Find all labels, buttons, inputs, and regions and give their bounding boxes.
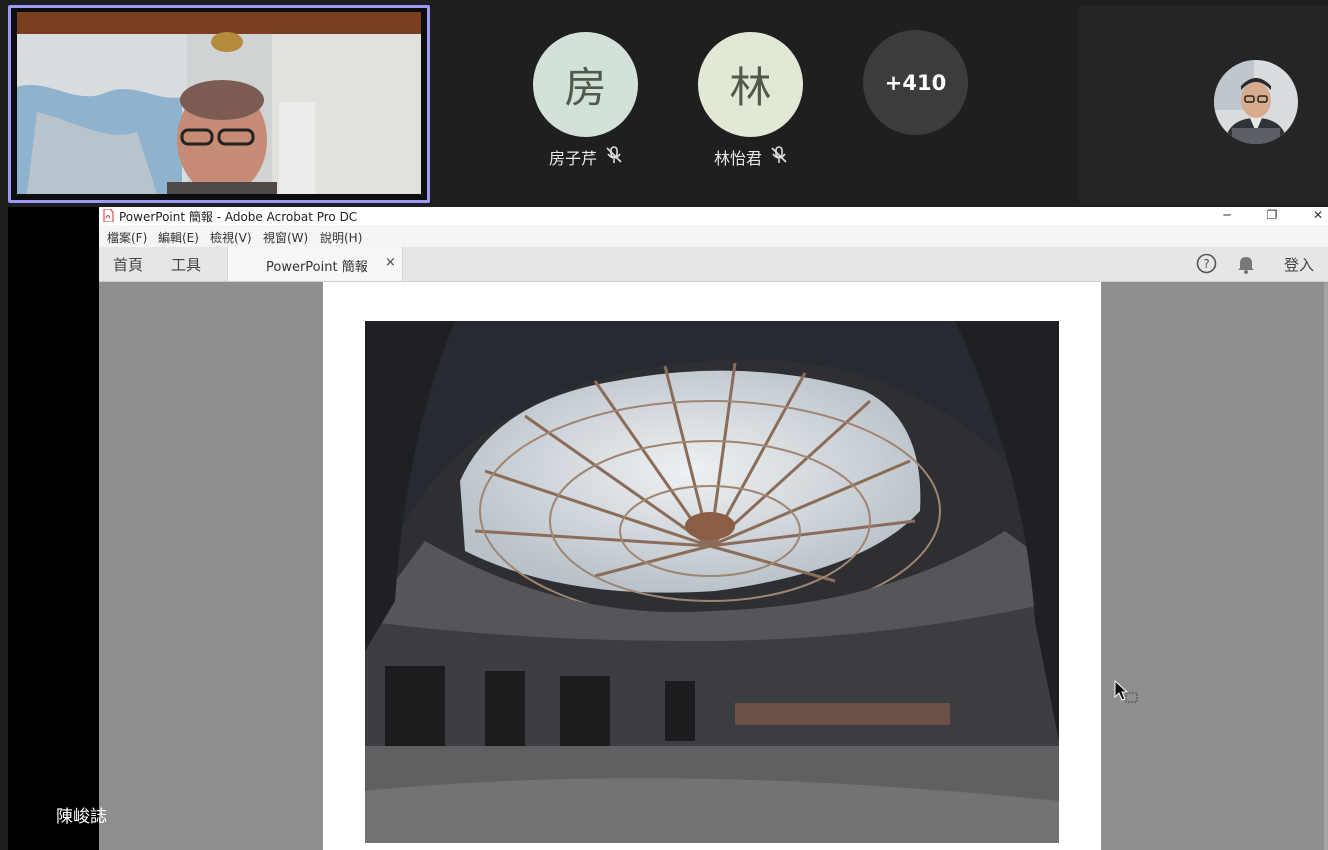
speaker-video-feed: [17, 12, 421, 194]
close-window-button[interactable]: ✕: [1303, 207, 1328, 225]
menu-bar: 檔案(F) 編輯(E) 檢視(V) 視窗(W) 說明(H): [99, 225, 1328, 247]
restore-button[interactable]: ❐: [1257, 207, 1287, 225]
sign-in-link[interactable]: 登入: [1284, 254, 1314, 275]
vertical-scrollbar[interactable]: [1324, 282, 1328, 850]
participant-name: 林怡君: [713, 149, 762, 168]
pdf-page: [323, 282, 1101, 850]
notification-bell-icon[interactable]: [1237, 254, 1255, 278]
menu-window[interactable]: 視窗(W): [263, 229, 308, 246]
window-title: PowerPoint 簡報 - Adobe Acrobat Pro DC: [119, 210, 358, 224]
document-tab-label: PowerPoint 簡報: [266, 260, 368, 275]
mic-muted-icon: [770, 146, 788, 168]
svg-text:?: ?: [1203, 257, 1209, 271]
window-titlebar[interactable]: PowerPoint 簡報 - Adobe Acrobat Pro DC ─ ❐…: [99, 207, 1328, 225]
menu-file[interactable]: 檔案(F): [107, 229, 147, 246]
participant-tile-2[interactable]: 林 林怡君: [698, 32, 804, 169]
tab-home[interactable]: 首頁: [113, 254, 143, 275]
participant-avatar: 林: [698, 32, 803, 137]
mic-muted-icon: [605, 146, 623, 168]
acrobat-window[interactable]: PowerPoint 簡報 - Adobe Acrobat Pro DC ─ ❐…: [99, 207, 1328, 850]
more-participants-count[interactable]: +410: [863, 30, 968, 135]
tab-tools[interactable]: 工具: [171, 254, 201, 275]
participant-name-row: 林怡君: [698, 145, 804, 169]
participant-name: 房子芹: [548, 149, 597, 168]
self-view-avatar: [1214, 60, 1298, 144]
more-participants-tile[interactable]: +410: [863, 30, 969, 135]
participant-tile-1[interactable]: 房 房子芹: [533, 32, 639, 169]
participant-name-row: 房子芹: [533, 145, 639, 169]
participant-avatar: 房: [533, 32, 638, 137]
mouse-cursor-icon: [1113, 679, 1141, 711]
menu-edit[interactable]: 編輯(E): [158, 229, 199, 246]
speaker-name-label: 陳峻誌: [56, 807, 107, 827]
menu-help[interactable]: 說明(H): [320, 229, 362, 246]
help-icon[interactable]: ?: [1196, 253, 1217, 278]
tab-document[interactable]: PowerPoint 簡報 ×: [227, 247, 403, 281]
slide-photo: [365, 321, 1059, 843]
close-tab-icon[interactable]: ×: [385, 255, 396, 270]
tab-bar: 首頁 工具 PowerPoint 簡報 × ? 登入: [99, 247, 1328, 282]
active-speaker-video-tile[interactable]: [8, 5, 430, 203]
pdf-app-icon: [103, 208, 114, 225]
menu-view[interactable]: 檢視(V): [210, 229, 252, 246]
minimize-button[interactable]: ─: [1212, 207, 1242, 225]
document-viewer[interactable]: [99, 282, 1328, 850]
